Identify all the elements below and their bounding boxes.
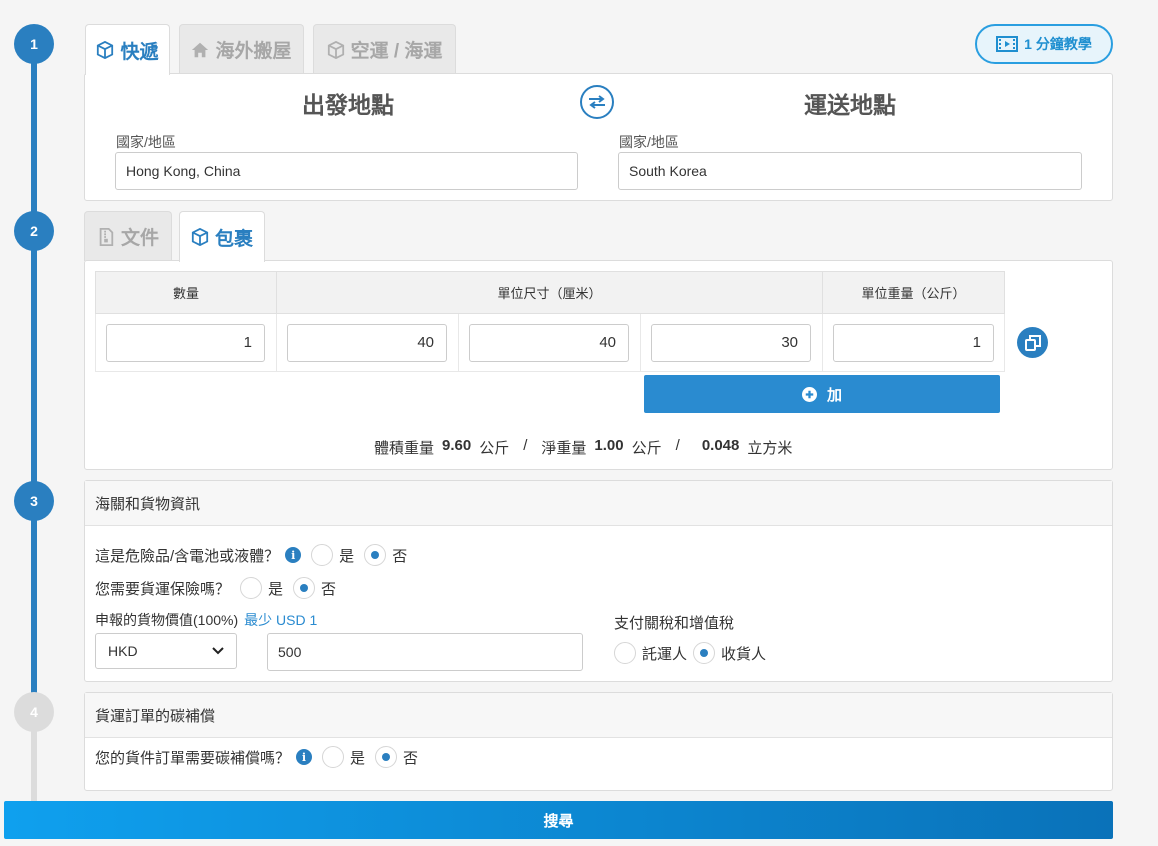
net-weight-label: 淨重量	[541, 440, 587, 457]
carbon-yes-label: 是	[350, 749, 366, 767]
step-3-badge: 3	[14, 481, 54, 521]
currency-value: HKD	[108, 643, 138, 659]
box-icon	[97, 41, 114, 59]
dimensions-table: 數量 單位尺寸（厘米） 單位重量（公斤） 1 40 40 30 1	[95, 271, 1005, 372]
volumetric-weight-label: 體積重量	[374, 440, 435, 457]
dangerous-yes-label: 是	[339, 547, 355, 565]
tab-document[interactable]: 文件	[84, 211, 172, 261]
size-header: 單位尺寸（厘米）	[276, 271, 823, 314]
weight-input[interactable]: 1	[833, 323, 994, 362]
origin-title: 出發地點	[302, 92, 394, 118]
duty-label: 支付關稅和增值稅	[614, 615, 735, 632]
insurance-no-radio[interactable]	[293, 577, 316, 599]
separator: /	[523, 437, 528, 454]
tab-express-label: 快遞	[120, 41, 159, 63]
origin-country-input[interactable]: Hong Kong, China	[115, 152, 578, 190]
duty-payer-options: 託運人 收貨人	[614, 642, 766, 664]
dangerous-yes-radio[interactable]	[311, 544, 334, 566]
cbm-value: 0.048	[701, 437, 740, 454]
insurance-question: 您需要貨運保險嗎？ 是 否	[95, 577, 336, 599]
duty-consignee-label: 收貨人	[721, 645, 767, 663]
tab-air-sea-label: 空運 / 海運	[350, 41, 443, 62]
tab-parcel[interactable]: 包裹	[179, 211, 265, 262]
dangerous-goods-label: 這是危險品/含電池或液體？	[95, 547, 280, 565]
destination-country-input[interactable]: South Korea	[618, 152, 1082, 190]
carbon-card: 貨運訂單的碳補償	[84, 692, 1113, 791]
dangerous-no-radio[interactable]	[364, 544, 387, 566]
info-icon[interactable]: i	[285, 547, 302, 563]
box-icon	[191, 228, 209, 246]
dangerous-no-label: 否	[392, 547, 408, 565]
duty-consignee-radio[interactable]	[693, 642, 716, 664]
cbm-unit: 立方米	[747, 440, 793, 457]
net-weight-value: 1.00	[594, 437, 624, 454]
quantity-cell: 1	[95, 313, 277, 372]
quantity-header: 數量	[95, 271, 277, 314]
insurance-no-label: 否	[321, 580, 337, 598]
length-cell: 40	[276, 313, 459, 372]
height-cell: 30	[640, 313, 823, 372]
width-cell: 40	[458, 313, 641, 372]
length-input[interactable]: 40	[287, 323, 447, 362]
box-icon	[327, 40, 344, 59]
weight-header: 單位重量（公斤）	[822, 271, 1005, 314]
progress-rail	[31, 45, 37, 710]
tutorial-label: 1 分鐘教學	[1024, 36, 1092, 52]
weight-summary: 體積重量 9.60 公斤 / 淨重量 1.00 公斤 / 0.048 立方米	[374, 437, 792, 458]
customs-title: 海關和貨物資訊	[85, 481, 1112, 526]
quantity-input[interactable]: 1	[106, 323, 265, 362]
destination-title: 運送地點	[804, 92, 896, 118]
duty-shipper-label: 託運人	[642, 645, 688, 663]
carbon-title: 貨運訂單的碳補償	[85, 693, 1112, 738]
plus-circle-icon	[801, 386, 817, 402]
search-button[interactable]: 搜尋	[4, 801, 1113, 839]
home-icon	[192, 42, 209, 57]
weight-cell: 1	[822, 313, 1005, 372]
insurance-label: 您需要貨運保險嗎？	[95, 580, 231, 598]
info-icon[interactable]: i	[296, 749, 313, 765]
width-input[interactable]: 40	[469, 323, 629, 362]
add-row-label: 加	[826, 386, 842, 404]
tab-parcel-label: 包裹	[214, 228, 253, 250]
tab-moving-label: 海外搬屋	[215, 41, 292, 62]
document-icon	[99, 227, 114, 246]
duty-shipper-radio[interactable]	[614, 642, 636, 664]
step-4-badge: 4	[14, 692, 54, 732]
copy-icon	[1024, 334, 1041, 351]
declared-value-minimum: 最少 USD 1	[244, 612, 318, 628]
insurance-yes-label: 是	[268, 580, 284, 598]
net-weight-unit: 公斤	[631, 440, 662, 457]
dangerous-goods-question: 這是危險品/含電池或液體？ i 是 否	[95, 544, 407, 566]
separator: /	[675, 437, 680, 454]
origin-country-label: 國家/地區	[116, 134, 176, 150]
carbon-yes-radio[interactable]	[322, 746, 345, 768]
carbon-no-radio[interactable]	[375, 746, 398, 768]
copy-row-button[interactable]	[1017, 327, 1048, 358]
chevron-down-icon	[212, 647, 224, 655]
step-1-badge: 1	[14, 24, 54, 64]
swap-button[interactable]	[580, 85, 614, 119]
swap-icon	[589, 95, 605, 109]
destination-country-label: 國家/地區	[619, 134, 679, 150]
declared-value-input[interactable]: 500	[267, 633, 583, 671]
film-icon	[996, 36, 1019, 52]
tab-air-sea[interactable]: 空運 / 海運	[313, 24, 456, 74]
currency-select[interactable]: HKD	[95, 633, 237, 669]
tab-moving[interactable]: 海外搬屋	[179, 24, 304, 74]
volumetric-weight-unit: 公斤	[479, 440, 510, 457]
carbon-question-label: 您的貨件訂單需要碳補償嗎？	[95, 749, 291, 767]
declared-value-label: 申報的貨物價值(100%)	[95, 612, 239, 628]
carbon-question: 您的貨件訂單需要碳補償嗎？ i 是 否	[95, 746, 418, 768]
declared-value-label-row: 申報的貨物價值(100%) 最少 USD 1	[95, 610, 317, 630]
carbon-no-label: 否	[403, 749, 419, 767]
volumetric-weight-value: 9.60	[442, 437, 472, 454]
tab-express[interactable]: 快遞	[85, 24, 170, 75]
tab-document-label: 文件	[120, 228, 159, 249]
height-input[interactable]: 30	[651, 323, 811, 362]
add-row-button[interactable]: 加	[644, 375, 1000, 413]
tutorial-button[interactable]: 1 分鐘教學	[975, 24, 1113, 64]
step-2-badge: 2	[14, 211, 54, 251]
insurance-yes-radio[interactable]	[240, 577, 263, 599]
